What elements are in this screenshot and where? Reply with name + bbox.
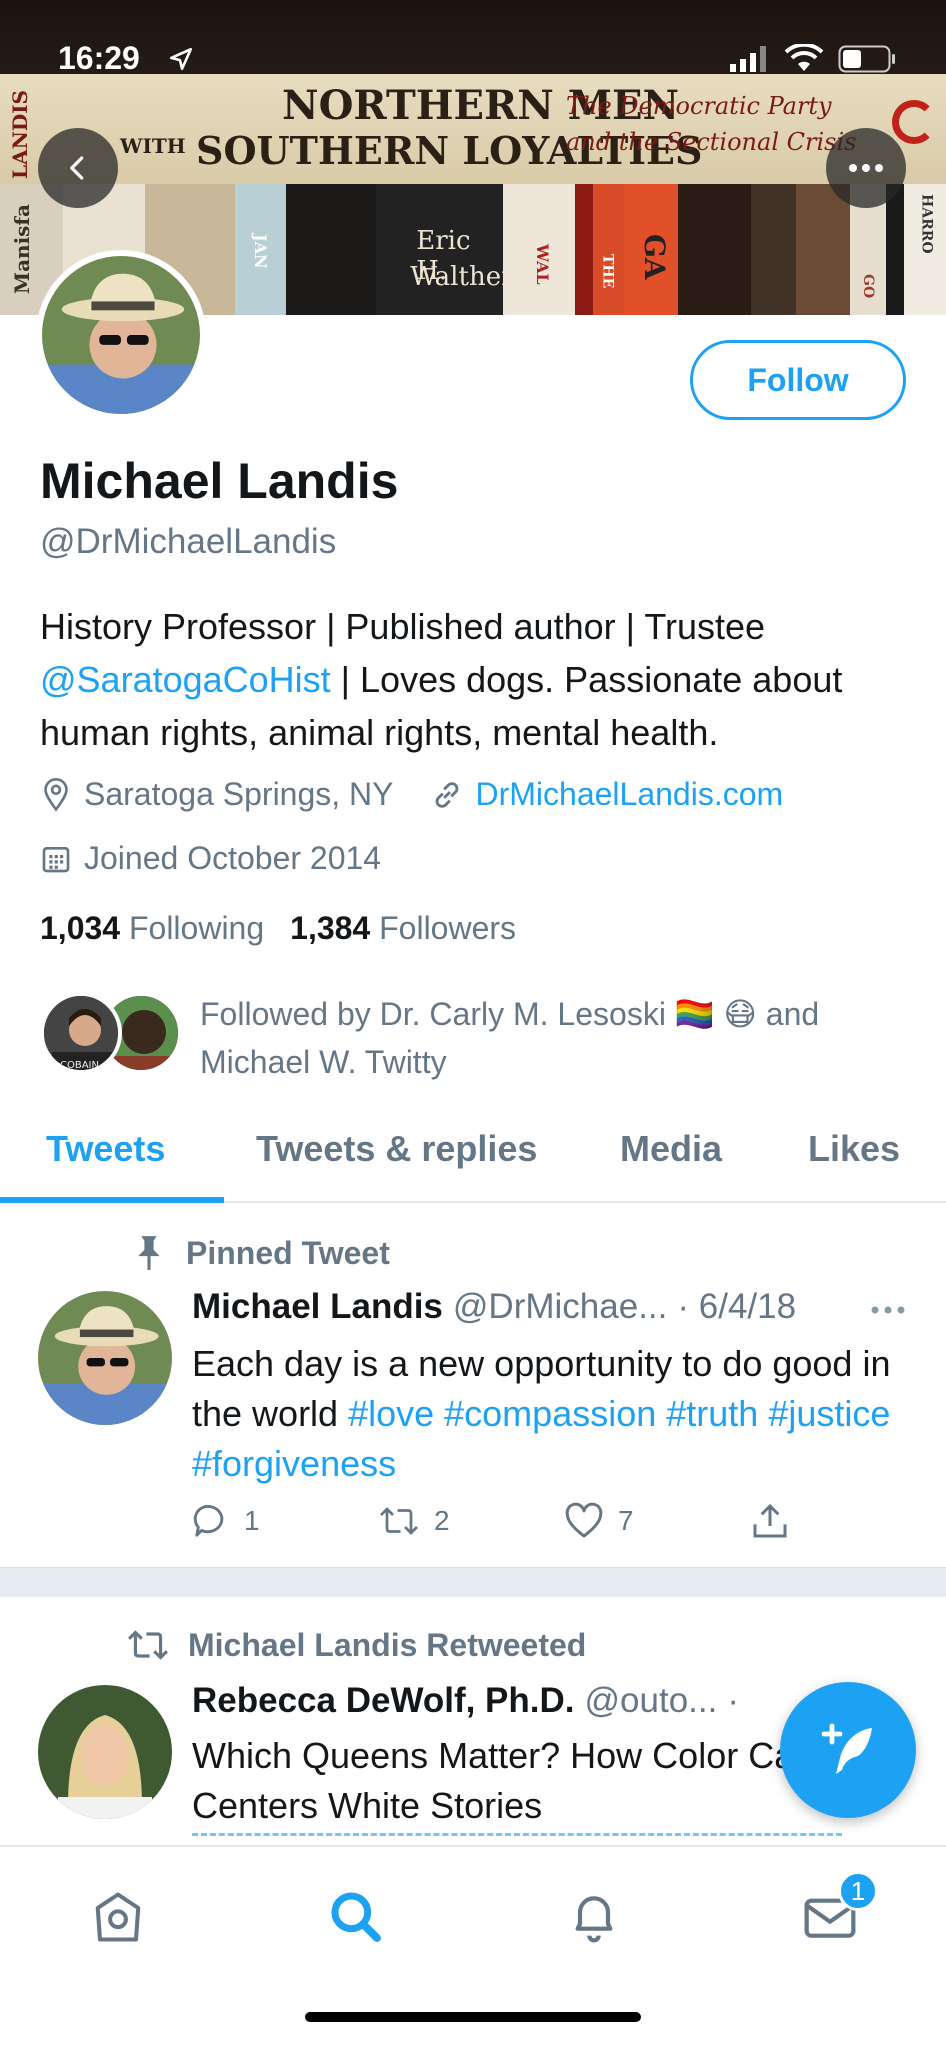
bell-icon bbox=[575, 1896, 613, 1943]
avatar-image bbox=[38, 1291, 172, 1425]
banner-book bbox=[750, 184, 796, 315]
back-button[interactable] bbox=[38, 128, 118, 208]
tweet-separator bbox=[0, 1567, 946, 1597]
compose-feather-icon bbox=[821, 1723, 872, 1774]
followed-by-avatar-1: COBAIN bbox=[40, 992, 122, 1074]
tweet-actions: 1 2 7 bbox=[192, 1501, 936, 1541]
profile-tabs: Tweets Tweets & replies Media Likes bbox=[0, 1110, 946, 1203]
followed-by-text: Followed by Dr. Carly M. Lesoski 🏳️‍🌈 😷 … bbox=[200, 996, 820, 1080]
tweet-author: Rebecca DeWolf, Ph.D. bbox=[192, 1681, 575, 1720]
like-button[interactable]: 7 bbox=[564, 1501, 750, 1541]
profile-handle: @DrMichaelLandis bbox=[40, 522, 337, 561]
bio-text: History Professor | Published author | T… bbox=[40, 606, 766, 647]
banner-book: THE bbox=[593, 184, 625, 315]
tweet-handle: @outo... bbox=[584, 1681, 718, 1720]
retweet-count: 2 bbox=[434, 1505, 450, 1536]
like-count: 7 bbox=[618, 1505, 634, 1536]
notifications-tab[interactable] bbox=[564, 1887, 624, 1947]
more-options-button[interactable] bbox=[826, 128, 906, 208]
banner-book bbox=[678, 184, 751, 315]
profile-name: Michael Landis bbox=[40, 453, 399, 509]
avatar-image bbox=[38, 1685, 172, 1819]
reply-icon bbox=[193, 1504, 224, 1537]
share-icon bbox=[753, 1503, 787, 1538]
battery-icon bbox=[838, 45, 895, 73]
avatar-image bbox=[42, 256, 200, 414]
location-pin-icon bbox=[44, 777, 68, 812]
follow-counts: 1,034 Following 1,384 Followers bbox=[40, 910, 516, 947]
profile-location-row: Saratoga Springs, NY DrMichaelLandis.com bbox=[40, 776, 783, 813]
more-dots-icon bbox=[849, 164, 883, 172]
messages-tab[interactable]: 1 bbox=[800, 1871, 878, 1947]
tab-tweets[interactable]: Tweets bbox=[46, 1128, 165, 1170]
tab-likes[interactable]: Likes bbox=[808, 1128, 900, 1170]
tweet-card[interactable]: Pinned Tweet Michael Landis @DrMichae...… bbox=[0, 1205, 946, 1567]
retweet-button[interactable]: 2 bbox=[378, 1501, 564, 1541]
pinned-tweet-label: Pinned Tweet bbox=[130, 1233, 390, 1273]
profile-joined: Joined October 2014 bbox=[84, 840, 382, 876]
tweet-avatar[interactable] bbox=[38, 1685, 172, 1819]
tweet-avatar[interactable] bbox=[38, 1291, 172, 1425]
follow-button[interactable]: Follow bbox=[690, 340, 906, 420]
tweet-text: Each day is a new opportunity to do good… bbox=[192, 1343, 891, 1484]
link-icon bbox=[435, 781, 458, 808]
search-icon bbox=[331, 1892, 381, 1942]
banner-book bbox=[575, 184, 594, 315]
calendar-icon bbox=[42, 846, 70, 872]
heart-icon bbox=[565, 1502, 603, 1538]
home-indicator bbox=[305, 2012, 641, 2022]
following-count-link[interactable]: 1,034 Following bbox=[40, 910, 264, 947]
banner-book: WAL bbox=[502, 184, 576, 315]
tab-media[interactable]: Media bbox=[620, 1128, 722, 1170]
tweet-header: Rebecca DeWolf, Ph.D. @outo... · bbox=[192, 1681, 739, 1721]
status-bar: 16:29 bbox=[0, 0, 946, 120]
messages-badge: 1 bbox=[838, 1871, 878, 1911]
banner-book bbox=[795, 184, 851, 315]
active-tab-indicator bbox=[0, 1197, 224, 1203]
profile-avatar[interactable] bbox=[36, 250, 206, 420]
compose-tweet-button[interactable] bbox=[780, 1682, 916, 1818]
followers-count-link[interactable]: 1,384 Followers bbox=[290, 910, 516, 947]
banner-with: WITH bbox=[120, 134, 186, 158]
retweet-icon bbox=[380, 1507, 418, 1535]
tab-tweets-replies[interactable]: Tweets & replies bbox=[256, 1128, 537, 1170]
tweet-date: · bbox=[727, 1681, 739, 1720]
chevron-left-icon bbox=[70, 156, 84, 180]
banner-book bbox=[886, 184, 905, 315]
signal-icon bbox=[730, 46, 766, 72]
reply-button[interactable]: 1 bbox=[192, 1501, 378, 1541]
tweet-header: Michael Landis @DrMichae... · 6/4/18 bbox=[192, 1287, 796, 1327]
banner-book bbox=[285, 184, 377, 315]
svg-text:COBAIN: COBAIN bbox=[60, 1060, 99, 1071]
avatar-image: COBAIN bbox=[44, 996, 118, 1071]
banner-book: JAN bbox=[235, 184, 286, 315]
profile-joined-row: Joined October 2014 bbox=[40, 840, 381, 877]
home-tab[interactable] bbox=[88, 1887, 148, 1947]
retweet-context: Michael Landis Retweeted bbox=[126, 1625, 586, 1665]
tweet-handle: @DrMichae... bbox=[452, 1287, 668, 1326]
bio-mention-link[interactable]: @SaratogaCoHist bbox=[40, 659, 331, 700]
banner-book: GA bbox=[624, 184, 679, 315]
followed-by-row[interactable]: COBAIN Followed by Dr. Carly M. Lesoski … bbox=[40, 990, 920, 1080]
tweet-more-icon[interactable] bbox=[870, 1305, 906, 1315]
wifi-icon bbox=[784, 44, 824, 71]
banner-book: Eric H. Walther bbox=[376, 184, 514, 315]
reply-count: 1 bbox=[244, 1505, 260, 1536]
banner-book: HARRO bbox=[904, 184, 946, 315]
search-tab[interactable] bbox=[326, 1887, 386, 1947]
status-icons bbox=[730, 44, 896, 74]
pin-icon bbox=[138, 1236, 160, 1270]
profile-website-link[interactable]: DrMichaelLandis.com bbox=[476, 776, 784, 813]
home-icon bbox=[95, 1892, 141, 1942]
profile-bio: History Professor | Published author | T… bbox=[40, 600, 920, 759]
share-button[interactable] bbox=[750, 1501, 936, 1541]
location-arrow-icon bbox=[169, 47, 193, 71]
banner-subtitle-2: and the Sectional Crisis bbox=[566, 128, 857, 156]
tweet-author: Michael Landis bbox=[192, 1287, 443, 1326]
retweet-icon bbox=[128, 1630, 168, 1660]
status-time: 16:29 bbox=[58, 40, 140, 76]
tweet-date: · 6/4/18 bbox=[677, 1287, 797, 1326]
profile-location: Saratoga Springs, NY bbox=[84, 776, 394, 812]
